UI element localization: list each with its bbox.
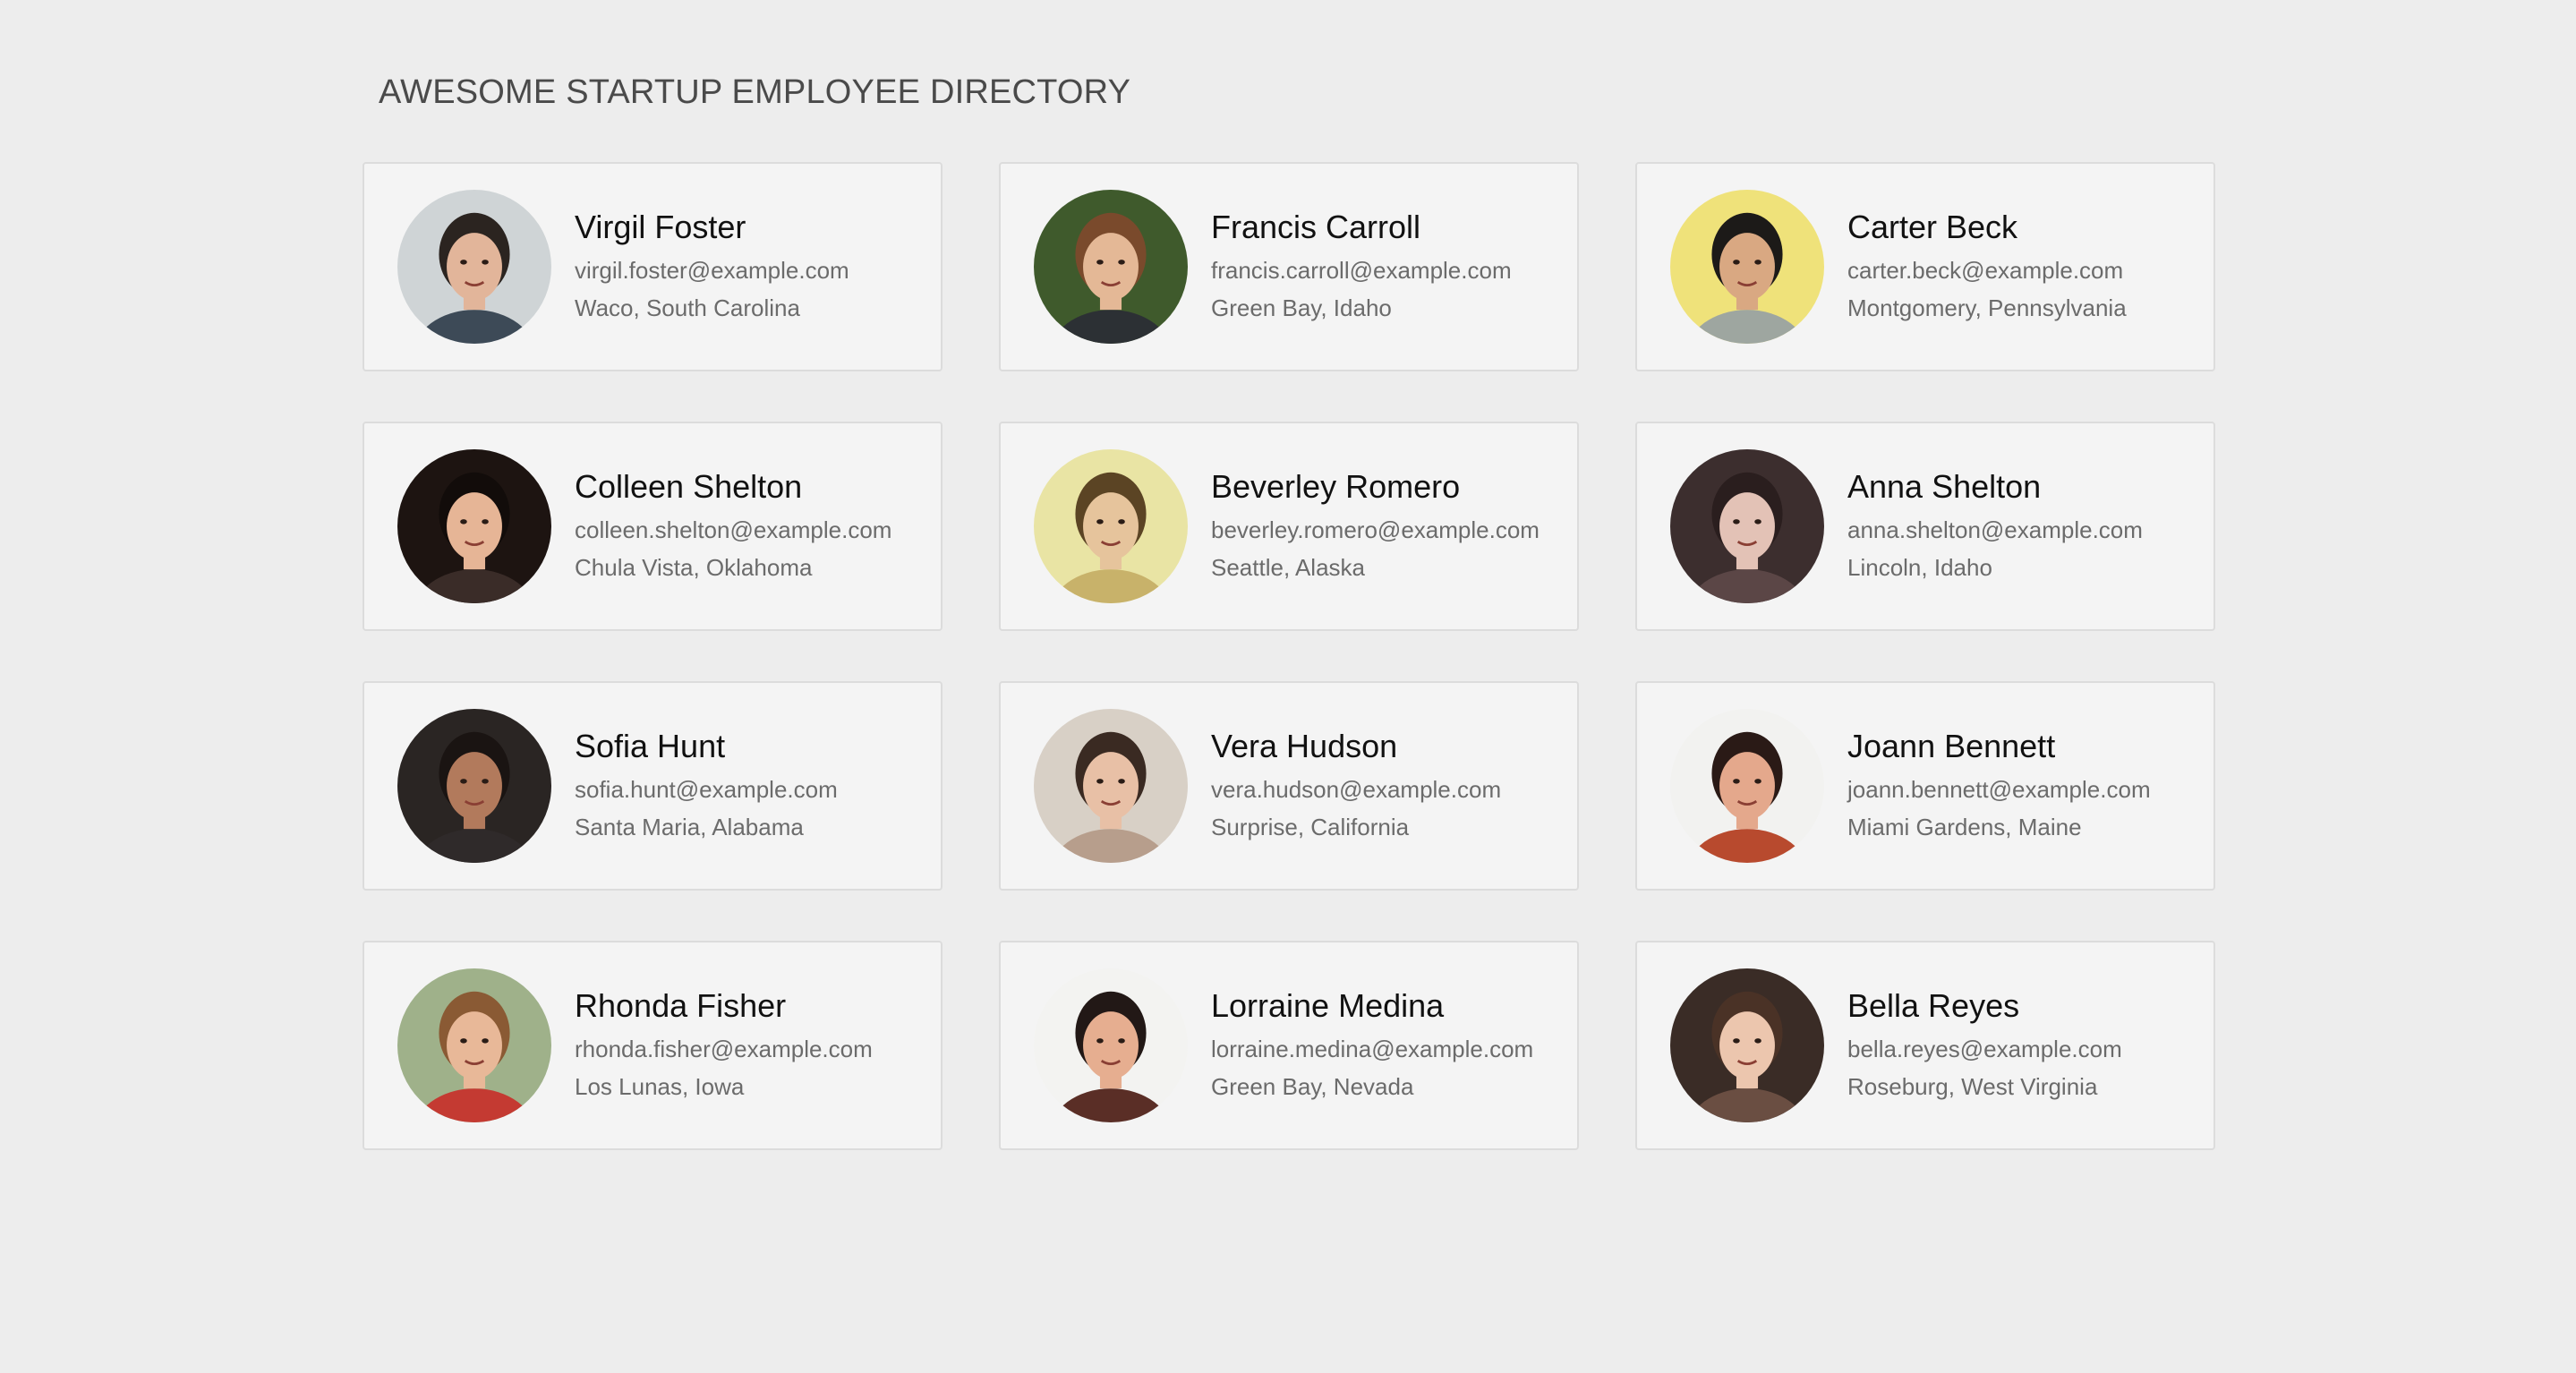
employee-card[interactable]: Anna Shelton anna.shelton@example.com Li… [1635, 422, 2215, 631]
employee-location: Roseburg, West Virginia [1847, 1073, 2098, 1100]
employee-info: Anna Shelton anna.shelton@example.com Li… [1847, 467, 2143, 585]
user-photo-icon [1670, 709, 1824, 863]
employee-location: Waco, South Carolina [575, 294, 800, 321]
employee-info: Lorraine Medina lorraine.medina@example.… [1211, 986, 1533, 1104]
employee-name: Vera Hudson [1211, 728, 1398, 764]
employee-card[interactable]: Bella Reyes bella.reyes@example.com Rose… [1635, 941, 2215, 1150]
user-photo-icon [1034, 449, 1188, 603]
employee-name: Carter Beck [1847, 209, 2018, 245]
employee-card[interactable]: Vera Hudson vera.hudson@example.com Surp… [999, 681, 1579, 891]
employee-name: Sofia Hunt [575, 728, 726, 764]
employee-avatar [1034, 449, 1188, 603]
employee-info: Beverley Romero beverley.romero@example.… [1211, 467, 1540, 585]
employee-card[interactable]: Rhonda Fisher rhonda.fisher@example.com … [363, 941, 943, 1150]
employee-avatar [397, 709, 551, 863]
employee-location: Santa Maria, Alabama [575, 814, 804, 840]
employee-email: rhonda.fisher@example.com [575, 1036, 873, 1062]
employee-avatar [1034, 709, 1188, 863]
employee-email: beverley.romero@example.com [1211, 516, 1540, 543]
employee-location: Chula Vista, Oklahoma [575, 554, 813, 581]
employee-card[interactable]: Beverley Romero beverley.romero@example.… [999, 422, 1579, 631]
employee-avatar [1034, 968, 1188, 1122]
employee-name: Beverley Romero [1211, 468, 1461, 505]
employee-name: Anna Shelton [1847, 468, 2042, 505]
employee-info: Virgil Foster virgil.foster@example.com … [575, 208, 849, 326]
employee-email: lorraine.medina@example.com [1211, 1036, 1534, 1062]
employee-email: virgil.foster@example.com [575, 257, 849, 284]
employee-location: Miami Gardens, Maine [1847, 814, 2082, 840]
employee-card[interactable]: Carter Beck carter.beck@example.com Mont… [1635, 162, 2215, 371]
employee-location: Los Lunas, Iowa [575, 1073, 745, 1100]
employee-info: Vera Hudson vera.hudson@example.com Surp… [1211, 727, 1501, 845]
employee-name: Lorraine Medina [1211, 987, 1445, 1024]
employee-card[interactable]: Virgil Foster virgil.foster@example.com … [363, 162, 943, 371]
employee-location: Montgomery, Pennsylvania [1847, 294, 2127, 321]
user-photo-icon [1034, 709, 1188, 863]
employee-avatar [397, 190, 551, 344]
user-photo-icon [1034, 968, 1188, 1122]
employee-email: carter.beck@example.com [1847, 257, 2124, 284]
employee-email: bella.reyes@example.com [1847, 1036, 2122, 1062]
employee-location: Surprise, California [1211, 814, 1410, 840]
employee-name: Virgil Foster [575, 209, 746, 245]
employee-name: Colleen Shelton [575, 468, 803, 505]
employee-grid: Virgil Foster virgil.foster@example.com … [363, 162, 2215, 1150]
user-photo-icon [1670, 449, 1824, 603]
page-title: AWESOME STARTUP EMPLOYEE DIRECTORY [379, 73, 1131, 111]
employee-location: Seattle, Alaska [1211, 554, 1365, 581]
employee-card[interactable]: Sofia Hunt sofia.hunt@example.com Santa … [363, 681, 943, 891]
employee-location: Green Bay, Nevada [1211, 1073, 1414, 1100]
employee-avatar [1670, 190, 1824, 344]
employee-avatar [397, 968, 551, 1122]
employee-info: Francis Carroll francis.carroll@example.… [1211, 208, 1512, 326]
user-photo-icon [1670, 968, 1824, 1122]
employee-name: Joann Bennett [1847, 728, 2056, 764]
user-photo-icon [1670, 190, 1824, 344]
employee-email: anna.shelton@example.com [1847, 516, 2143, 543]
employee-info: Carter Beck carter.beck@example.com Mont… [1847, 208, 2127, 326]
employee-email: sofia.hunt@example.com [575, 776, 838, 803]
employee-info: Colleen Shelton colleen.shelton@example.… [575, 467, 891, 585]
employee-avatar [1034, 190, 1188, 344]
employee-card[interactable]: Francis Carroll francis.carroll@example.… [999, 162, 1579, 371]
employee-info: Joann Bennett joann.bennett@example.com … [1847, 727, 2151, 845]
employee-email: vera.hudson@example.com [1211, 776, 1502, 803]
employee-avatar [1670, 449, 1824, 603]
employee-email: joann.bennett@example.com [1847, 776, 2151, 803]
employee-card[interactable]: Colleen Shelton colleen.shelton@example.… [363, 422, 943, 631]
employee-avatar [397, 449, 551, 603]
employee-card[interactable]: Joann Bennett joann.bennett@example.com … [1635, 681, 2215, 891]
employee-name: Rhonda Fisher [575, 987, 787, 1024]
employee-info: Sofia Hunt sofia.hunt@example.com Santa … [575, 727, 838, 845]
employee-card[interactable]: Lorraine Medina lorraine.medina@example.… [999, 941, 1579, 1150]
employee-info: Rhonda Fisher rhonda.fisher@example.com … [575, 986, 873, 1104]
employee-name: Bella Reyes [1847, 987, 2020, 1024]
employee-info: Bella Reyes bella.reyes@example.com Rose… [1847, 986, 2122, 1104]
user-photo-icon [1034, 190, 1188, 344]
employee-name: Francis Carroll [1211, 209, 1421, 245]
user-photo-icon [397, 968, 551, 1122]
employee-email: francis.carroll@example.com [1211, 257, 1512, 284]
employee-email: colleen.shelton@example.com [575, 516, 892, 543]
user-photo-icon [397, 709, 551, 863]
employee-location: Green Bay, Idaho [1211, 294, 1392, 321]
employee-avatar [1670, 709, 1824, 863]
employee-location: Lincoln, Idaho [1847, 554, 1992, 581]
user-photo-icon [397, 449, 551, 603]
user-photo-icon [397, 190, 551, 344]
employee-avatar [1670, 968, 1824, 1122]
